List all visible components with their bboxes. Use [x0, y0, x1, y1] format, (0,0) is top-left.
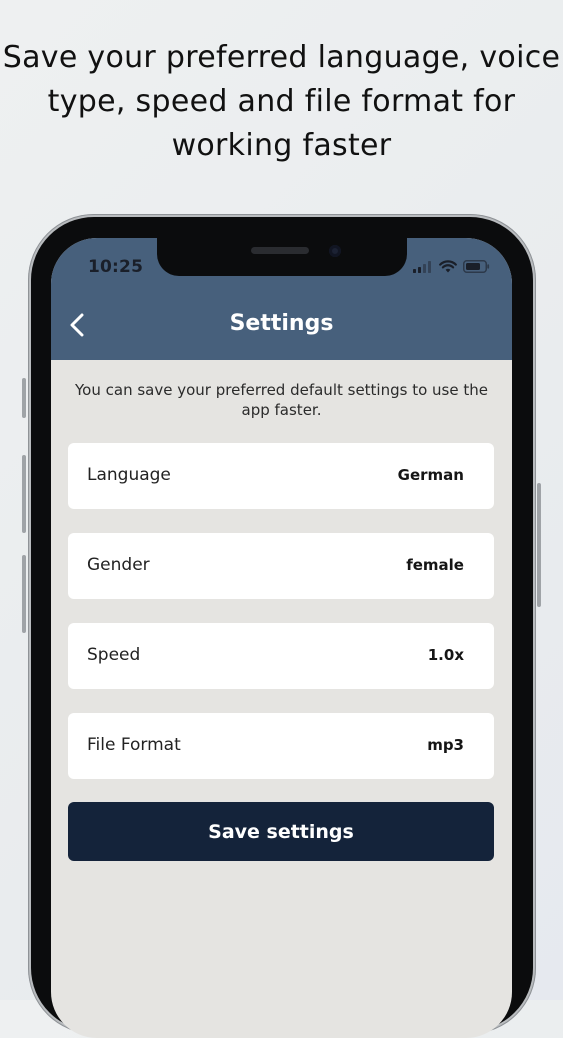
power-button [537, 483, 541, 607]
speaker-grille [251, 247, 309, 254]
mute-switch [22, 378, 26, 418]
page-title: Settings [229, 311, 334, 336]
setting-label: File Format [87, 735, 181, 755]
app-bar: 10:25 Settings [51, 238, 512, 360]
setting-value: mp3 [427, 736, 464, 754]
setting-label: Language [87, 465, 171, 485]
setting-row-gender[interactable]: Gender female [68, 533, 494, 599]
setting-label: Gender [87, 555, 150, 575]
phone-screen: 10:25 Settings You can save your preferr… [51, 238, 512, 1038]
headline-line-2: type, speed and file format for [47, 84, 516, 119]
volume-up-button [22, 455, 26, 533]
setting-row-file-format[interactable]: File Format mp3 [68, 713, 494, 779]
battery-icon [463, 258, 490, 277]
notch [157, 238, 407, 276]
headline-line-1: Save your preferred language, voice [2, 40, 561, 75]
setting-value: German [397, 466, 464, 484]
headline: Save your preferred language, voice type… [0, 36, 563, 168]
front-camera [329, 245, 341, 257]
setting-label: Speed [87, 645, 141, 665]
save-settings-button[interactable]: Save settings [68, 802, 494, 861]
headline-line-3: working faster [171, 128, 392, 163]
wifi-icon [439, 258, 457, 277]
status-time: 10:25 [88, 257, 144, 277]
signal-icon [413, 258, 433, 277]
setting-row-language[interactable]: Language German [68, 443, 494, 509]
setting-row-speed[interactable]: Speed 1.0x [68, 623, 494, 689]
status-icons [413, 258, 490, 277]
volume-down-button [22, 555, 26, 633]
setting-value: 1.0x [427, 646, 464, 664]
settings-description: You can save your preferred default sett… [75, 381, 488, 419]
setting-value: female [406, 556, 464, 574]
